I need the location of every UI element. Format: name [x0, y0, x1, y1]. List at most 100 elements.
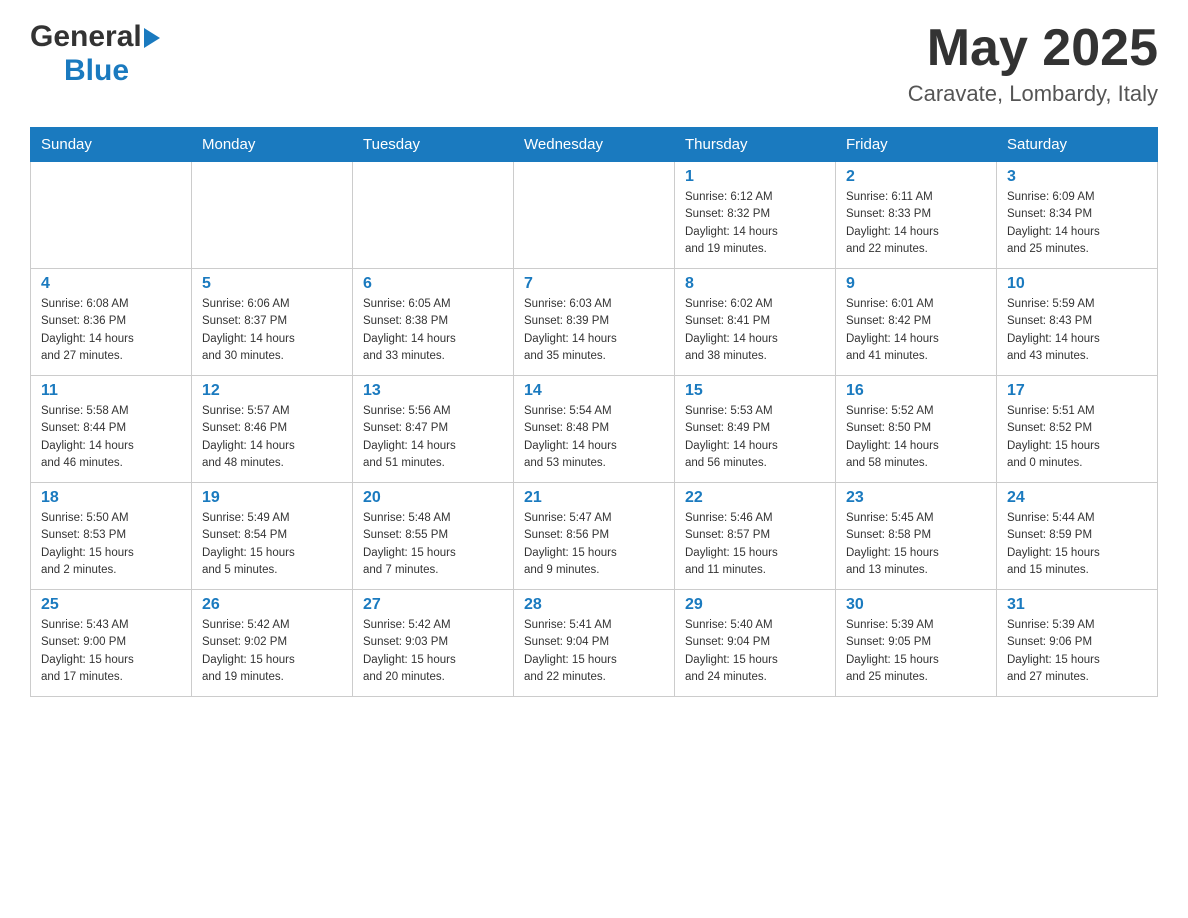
day-info: Sunrise: 5:52 AMSunset: 8:50 PMDaylight:…	[846, 403, 986, 472]
day-number: 22	[685, 489, 825, 507]
logo-general: General	[30, 20, 142, 54]
day-number: 15	[685, 382, 825, 400]
page-header: General Blue May 2025 Caravate, Lombardy…	[30, 20, 1158, 107]
calendar-cell: 16 Sunrise: 5:52 AMSunset: 8:50 PMDayligh…	[836, 376, 997, 483]
day-info: Sunrise: 6:05 AMSunset: 8:38 PMDaylight:…	[363, 296, 503, 365]
day-of-week-header: Sunday	[31, 128, 192, 162]
day-number: 5	[202, 275, 342, 293]
day-of-week-header: Friday	[836, 128, 997, 162]
calendar-cell: 14Sunrise: 5:54 AMSunset: 8:48 PMDayligh…	[514, 376, 675, 483]
day-info: Sunrise: 6:12 AMSunset: 8:32 PMDaylight:…	[685, 189, 825, 258]
calendar-cell: 26 Sunrise: 5:42 AMSunset: 9:02 PMDayligh…	[192, 590, 353, 697]
day-info: Sunrise: 5:42 AMSunset: 9:02 PMDaylight:…	[202, 617, 342, 686]
day-of-week-header: Wednesday	[514, 128, 675, 162]
calendar-cell: 23 Sunrise: 5:45 AMSunset: 8:58 PMDayligh…	[836, 483, 997, 590]
day-number: 30	[846, 596, 986, 614]
calendar-cell: 8Sunrise: 6:02 AMSunset: 8:41 PMDaylight…	[675, 269, 836, 376]
day-number: 1	[685, 168, 825, 186]
location-subtitle: Caravate, Lombardy, Italy	[908, 81, 1158, 107]
calendar-cell	[514, 162, 675, 269]
day-of-week-header: Monday	[192, 128, 353, 162]
day-info: Sunrise: 5:53 AMSunset: 8:49 PMDaylight:…	[685, 403, 825, 472]
calendar-cell: 9 Sunrise: 6:01 AMSunset: 8:42 PMDaylight…	[836, 269, 997, 376]
calendar-header: SundayMondayTuesdayWednesdayThursdayFrid…	[31, 128, 1158, 162]
calendar-week-row: 11Sunrise: 5:58 AMSunset: 8:44 PMDayligh…	[31, 376, 1158, 483]
day-number: 25	[41, 596, 181, 614]
day-number: 18	[41, 489, 181, 507]
calendar-cell	[353, 162, 514, 269]
calendar-cell: 19Sunrise: 5:49 AMSunset: 8:54 PMDayligh…	[192, 483, 353, 590]
calendar-cell: 5 Sunrise: 6:06 AMSunset: 8:37 PMDaylight…	[192, 269, 353, 376]
day-info: Sunrise: 5:43 AMSunset: 9:00 PMDaylight:…	[41, 617, 181, 686]
day-info: Sunrise: 6:06 AMSunset: 8:37 PMDaylight:…	[202, 296, 342, 365]
day-number: 21	[524, 489, 664, 507]
calendar-cell: 1 Sunrise: 6:12 AMSunset: 8:32 PMDaylight…	[675, 162, 836, 269]
calendar-cell: 25 Sunrise: 5:43 AMSunset: 9:00 PMDayligh…	[31, 590, 192, 697]
day-number: 24	[1007, 489, 1147, 507]
day-number: 3	[1007, 168, 1147, 186]
calendar-cell	[192, 162, 353, 269]
day-info: Sunrise: 5:47 AMSunset: 8:56 PMDaylight:…	[524, 510, 664, 579]
calendar-cell: 10 Sunrise: 5:59 AMSunset: 8:43 PMDayligh…	[997, 269, 1158, 376]
day-info: Sunrise: 6:01 AMSunset: 8:42 PMDaylight:…	[846, 296, 986, 365]
day-info: Sunrise: 5:48 AMSunset: 8:55 PMDaylight:…	[363, 510, 503, 579]
day-info: Sunrise: 5:45 AMSunset: 8:58 PMDaylight:…	[846, 510, 986, 579]
calendar-cell: 15 Sunrise: 5:53 AMSunset: 8:49 PMDayligh…	[675, 376, 836, 483]
day-number: 23	[846, 489, 986, 507]
day-info: Sunrise: 5:40 AMSunset: 9:04 PMDaylight:…	[685, 617, 825, 686]
day-number: 19	[202, 489, 342, 507]
calendar-cell: 20 Sunrise: 5:48 AMSunset: 8:55 PMDayligh…	[353, 483, 514, 590]
calendar-cell: 29Sunrise: 5:40 AMSunset: 9:04 PMDayligh…	[675, 590, 836, 697]
day-info: Sunrise: 6:11 AMSunset: 8:33 PMDaylight:…	[846, 189, 986, 258]
day-info: Sunrise: 5:56 AMSunset: 8:47 PMDaylight:…	[363, 403, 503, 472]
logo-blue: Blue	[64, 54, 129, 87]
day-info: Sunrise: 5:59 AMSunset: 8:43 PMDaylight:…	[1007, 296, 1147, 365]
calendar-week-row: 25 Sunrise: 5:43 AMSunset: 9:00 PMDayligh…	[31, 590, 1158, 697]
month-year-title: May 2025	[908, 20, 1158, 77]
day-header-row: SundayMondayTuesdayWednesdayThursdayFrid…	[31, 128, 1158, 162]
day-number: 10	[1007, 275, 1147, 293]
day-info: Sunrise: 5:39 AMSunset: 9:05 PMDaylight:…	[846, 617, 986, 686]
day-number: 13	[363, 382, 503, 400]
calendar-cell	[31, 162, 192, 269]
calendar-cell: 30 Sunrise: 5:39 AMSunset: 9:05 PMDayligh…	[836, 590, 997, 697]
calendar-cell: 11Sunrise: 5:58 AMSunset: 8:44 PMDayligh…	[31, 376, 192, 483]
day-info: Sunrise: 6:08 AMSunset: 8:36 PMDaylight:…	[41, 296, 181, 365]
calendar-cell: 28Sunrise: 5:41 AMSunset: 9:04 PMDayligh…	[514, 590, 675, 697]
day-number: 7	[524, 275, 664, 293]
day-number: 17	[1007, 382, 1147, 400]
calendar-cell: 13 Sunrise: 5:56 AMSunset: 8:47 PMDayligh…	[353, 376, 514, 483]
calendar-body: 1 Sunrise: 6:12 AMSunset: 8:32 PMDaylight…	[31, 162, 1158, 697]
day-number: 16	[846, 382, 986, 400]
day-info: Sunrise: 5:57 AMSunset: 8:46 PMDaylight:…	[202, 403, 342, 472]
calendar-cell: 17 Sunrise: 5:51 AMSunset: 8:52 PMDayligh…	[997, 376, 1158, 483]
calendar-cell: 27Sunrise: 5:42 AMSunset: 9:03 PMDayligh…	[353, 590, 514, 697]
day-info: Sunrise: 5:39 AMSunset: 9:06 PMDaylight:…	[1007, 617, 1147, 686]
day-number: 9	[846, 275, 986, 293]
day-info: Sunrise: 6:02 AMSunset: 8:41 PMDaylight:…	[685, 296, 825, 365]
day-info: Sunrise: 5:42 AMSunset: 9:03 PMDaylight:…	[363, 617, 503, 686]
calendar-cell: 12 Sunrise: 5:57 AMSunset: 8:46 PMDayligh…	[192, 376, 353, 483]
day-number: 12	[202, 382, 342, 400]
calendar-week-row: 4 Sunrise: 6:08 AMSunset: 8:36 PMDaylight…	[31, 269, 1158, 376]
day-of-week-header: Saturday	[997, 128, 1158, 162]
calendar-week-row: 18 Sunrise: 5:50 AMSunset: 8:53 PMDayligh…	[31, 483, 1158, 590]
calendar-cell: 18 Sunrise: 5:50 AMSunset: 8:53 PMDayligh…	[31, 483, 192, 590]
day-info: Sunrise: 5:50 AMSunset: 8:53 PMDaylight:…	[41, 510, 181, 579]
calendar-week-row: 1 Sunrise: 6:12 AMSunset: 8:32 PMDaylight…	[31, 162, 1158, 269]
day-info: Sunrise: 5:58 AMSunset: 8:44 PMDaylight:…	[41, 403, 181, 472]
day-number: 26	[202, 596, 342, 614]
day-info: Sunrise: 5:46 AMSunset: 8:57 PMDaylight:…	[685, 510, 825, 579]
calendar-cell: 21 Sunrise: 5:47 AMSunset: 8:56 PMDayligh…	[514, 483, 675, 590]
day-info: Sunrise: 5:51 AMSunset: 8:52 PMDaylight:…	[1007, 403, 1147, 472]
day-number: 6	[363, 275, 503, 293]
calendar-cell: 31Sunrise: 5:39 AMSunset: 9:06 PMDayligh…	[997, 590, 1158, 697]
calendar-cell: 4 Sunrise: 6:08 AMSunset: 8:36 PMDaylight…	[31, 269, 192, 376]
day-info: Sunrise: 5:41 AMSunset: 9:04 PMDaylight:…	[524, 617, 664, 686]
day-number: 4	[41, 275, 181, 293]
day-info: Sunrise: 5:54 AMSunset: 8:48 PMDaylight:…	[524, 403, 664, 472]
calendar-cell: 22 Sunrise: 5:46 AMSunset: 8:57 PMDayligh…	[675, 483, 836, 590]
calendar-table: SundayMondayTuesdayWednesdayThursdayFrid…	[30, 127, 1158, 697]
logo-arrow-icon	[144, 28, 160, 48]
day-number: 20	[363, 489, 503, 507]
